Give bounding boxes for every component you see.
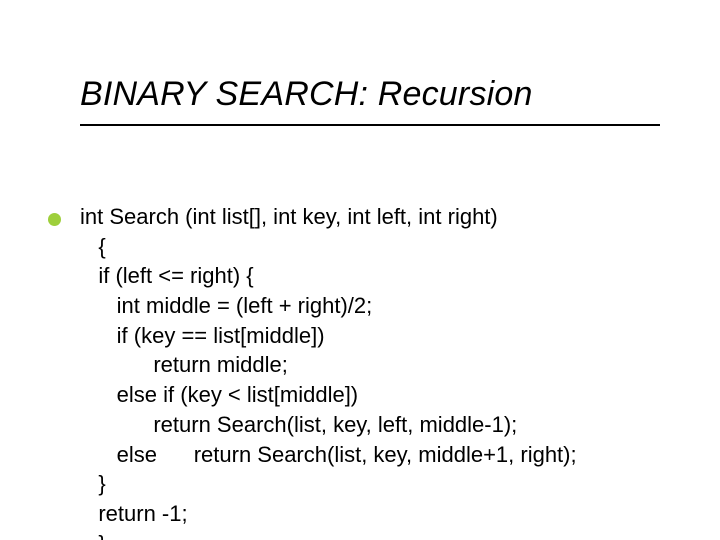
bullet-icon [48, 213, 61, 226]
code-block: int Search (int list[], int key, int lef… [80, 202, 660, 540]
title-block: BINARY SEARCH: Recursion [80, 75, 660, 126]
title-underline [80, 124, 660, 126]
slide: BINARY SEARCH: Recursion int Search (int… [0, 0, 720, 540]
slide-title: BINARY SEARCH: Recursion [80, 75, 660, 114]
